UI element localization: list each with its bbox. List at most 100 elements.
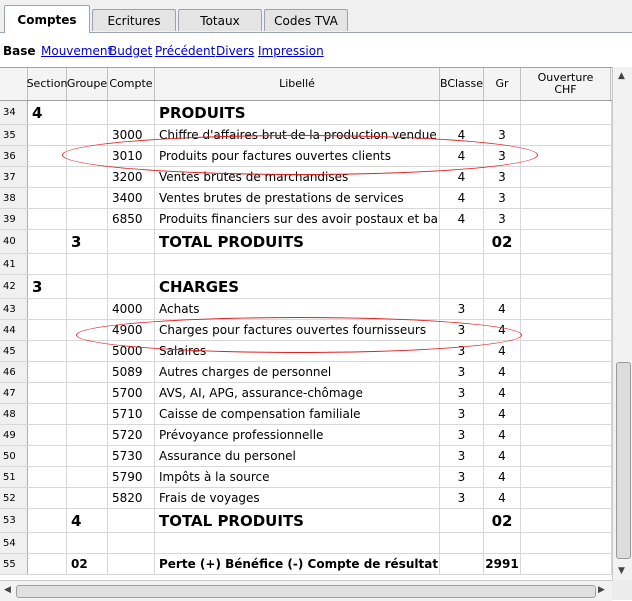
table-row[interactable]: 38 3400 Ventes brutes de prestations de se… <box>0 188 612 209</box>
horizontal-scrollbar[interactable]: ◀ ▶ <box>0 580 612 601</box>
cell-libelle[interactable]: Prévoyance professionnelle <box>155 425 440 445</box>
cell-section[interactable] <box>28 167 67 187</box>
cell-gr[interactable]: 4 <box>484 488 521 508</box>
cell-compte[interactable] <box>108 533 155 553</box>
cell-gr[interactable]: 3 <box>484 167 521 187</box>
cell-libelle[interactable]: Assurance du personel <box>155 446 440 466</box>
cell-libelle[interactable]: PRODUITS <box>155 101 440 124</box>
cell-groupe[interactable] <box>67 275 108 298</box>
cell-libelle[interactable]: Caisse de compensation familiale <box>155 404 440 424</box>
cell-bclasse[interactable] <box>440 230 484 253</box>
cell-libelle[interactable]: Perte (+) Bénéfice (-) Compte de résulta… <box>155 554 440 574</box>
cell-gr[interactable]: 02 <box>484 230 521 253</box>
cell-section[interactable] <box>28 320 67 340</box>
cell-bclasse[interactable]: 3 <box>440 320 484 340</box>
table-row[interactable]: 55 02 Perte (+) Bénéfice (-) Compte de rés… <box>0 554 612 575</box>
cell-bclasse[interactable]: 3 <box>440 488 484 508</box>
cell-libelle[interactable]: TOTAL PRODUITS <box>155 230 440 253</box>
cell-gr[interactable] <box>484 101 521 124</box>
cell-groupe[interactable] <box>67 167 108 187</box>
view-budget[interactable]: Budget <box>109 44 152 58</box>
cell-libelle[interactable]: CHARGES <box>155 275 440 298</box>
cell-groupe[interactable]: 4 <box>67 509 108 532</box>
cell-bclasse[interactable]: 3 <box>440 362 484 382</box>
cell-section[interactable] <box>28 383 67 403</box>
cell-section[interactable] <box>28 467 67 487</box>
scroll-right-icon[interactable]: ▶ <box>598 585 605 595</box>
cell-compte[interactable]: 5000 <box>108 341 155 361</box>
cell-libelle[interactable]: AVS, AI, APG, assurance-chômage <box>155 383 440 403</box>
view-impression[interactable]: Impression <box>258 44 324 58</box>
cell-ouverture[interactable] <box>521 167 612 187</box>
cell-ouverture[interactable] <box>521 320 612 340</box>
cell-bclasse[interactable]: 3 <box>440 383 484 403</box>
cell-groupe[interactable] <box>67 446 108 466</box>
cell-compte[interactable]: 6850 <box>108 209 155 229</box>
table-row[interactable]: 50 5730 Assurance du personel 3 4 <box>0 446 612 467</box>
cell-ouverture[interactable] <box>521 275 612 298</box>
column-header-groupe[interactable]: Groupe <box>67 68 108 100</box>
cell-compte[interactable] <box>108 230 155 253</box>
cell-libelle[interactable]: Chiffre d'affaires brut de la production… <box>155 125 440 145</box>
cell-section[interactable]: 3 <box>28 275 67 298</box>
cell-libelle[interactable]: Ventes brutes de prestations de services <box>155 188 440 208</box>
table-row[interactable]: 35 3000 Chiffre d'affaires brut de la prod… <box>0 125 612 146</box>
cell-section[interactable] <box>28 446 67 466</box>
cell-groupe[interactable] <box>67 254 108 274</box>
cell-section[interactable] <box>28 125 67 145</box>
cell-gr[interactable]: 4 <box>484 320 521 340</box>
cell-ouverture[interactable] <box>521 188 612 208</box>
cell-libelle[interactable] <box>155 533 440 553</box>
vertical-scroll-thumb[interactable] <box>616 362 631 559</box>
cell-gr[interactable]: 4 <box>484 404 521 424</box>
cell-compte[interactable]: 3010 <box>108 146 155 166</box>
cell-ouverture[interactable] <box>521 383 612 403</box>
cell-section[interactable] <box>28 188 67 208</box>
cell-compte[interactable]: 4900 <box>108 320 155 340</box>
cell-ouverture[interactable] <box>521 230 612 253</box>
cell-libelle[interactable]: TOTAL PRODUITS <box>155 509 440 532</box>
column-header-bclasse[interactable]: BClasse <box>440 68 484 100</box>
cell-compte[interactable]: 3200 <box>108 167 155 187</box>
tab-comptes[interactable]: Comptes <box>4 5 90 33</box>
table-row[interactable]: 41 <box>0 254 612 275</box>
cell-section[interactable] <box>28 509 67 532</box>
cell-bclasse[interactable] <box>440 275 484 298</box>
cell-libelle[interactable]: Frais de voyages <box>155 488 440 508</box>
cell-bclasse[interactable]: 4 <box>440 209 484 229</box>
cell-libelle[interactable]: Produits financiers sur des avoir postau… <box>155 209 440 229</box>
cell-gr[interactable]: 4 <box>484 467 521 487</box>
cell-gr[interactable]: 4 <box>484 446 521 466</box>
cell-gr[interactable]: 3 <box>484 209 521 229</box>
cell-groupe[interactable] <box>67 341 108 361</box>
cell-libelle[interactable]: Achats <box>155 299 440 319</box>
cell-gr[interactable]: 4 <box>484 362 521 382</box>
cell-bclasse[interactable]: 4 <box>440 125 484 145</box>
cell-groupe[interactable] <box>67 362 108 382</box>
cell-ouverture[interactable] <box>521 404 612 424</box>
cell-groupe[interactable]: 02 <box>67 554 108 574</box>
tab-totaux[interactable]: Totaux <box>178 9 262 31</box>
table-row[interactable]: 53 4 TOTAL PRODUITS 02 <box>0 509 612 533</box>
table-row[interactable]: 40 3 TOTAL PRODUITS 02 <box>0 230 612 254</box>
table-row[interactable]: 34 4 PRODUITS <box>0 101 612 125</box>
cell-gr[interactable]: 3 <box>484 146 521 166</box>
view-mouvement[interactable]: Mouvement <box>41 44 112 58</box>
cell-bclasse[interactable] <box>440 509 484 532</box>
scroll-left-icon[interactable]: ◀ <box>4 585 11 595</box>
cell-ouverture[interactable] <box>521 209 612 229</box>
table-row[interactable]: 54 <box>0 533 612 554</box>
view-base[interactable]: Base <box>3 44 36 58</box>
cell-bclasse[interactable] <box>440 554 484 574</box>
column-header-libelle[interactable]: Libellé <box>155 68 440 100</box>
cell-compte[interactable] <box>108 509 155 532</box>
scroll-down-icon[interactable]: ▼ <box>618 566 625 576</box>
cell-ouverture[interactable] <box>521 446 612 466</box>
cell-bclasse[interactable]: 3 <box>440 425 484 445</box>
table-row[interactable]: 52 5820 Frais de voyages 3 4 <box>0 488 612 509</box>
table-row[interactable]: 36 3010 Produits pour factures ouvertes cl… <box>0 146 612 167</box>
cell-gr[interactable]: 3 <box>484 188 521 208</box>
cell-ouverture[interactable] <box>521 509 612 532</box>
cell-bclasse[interactable]: 3 <box>440 404 484 424</box>
column-header-gr[interactable]: Gr <box>484 68 521 100</box>
